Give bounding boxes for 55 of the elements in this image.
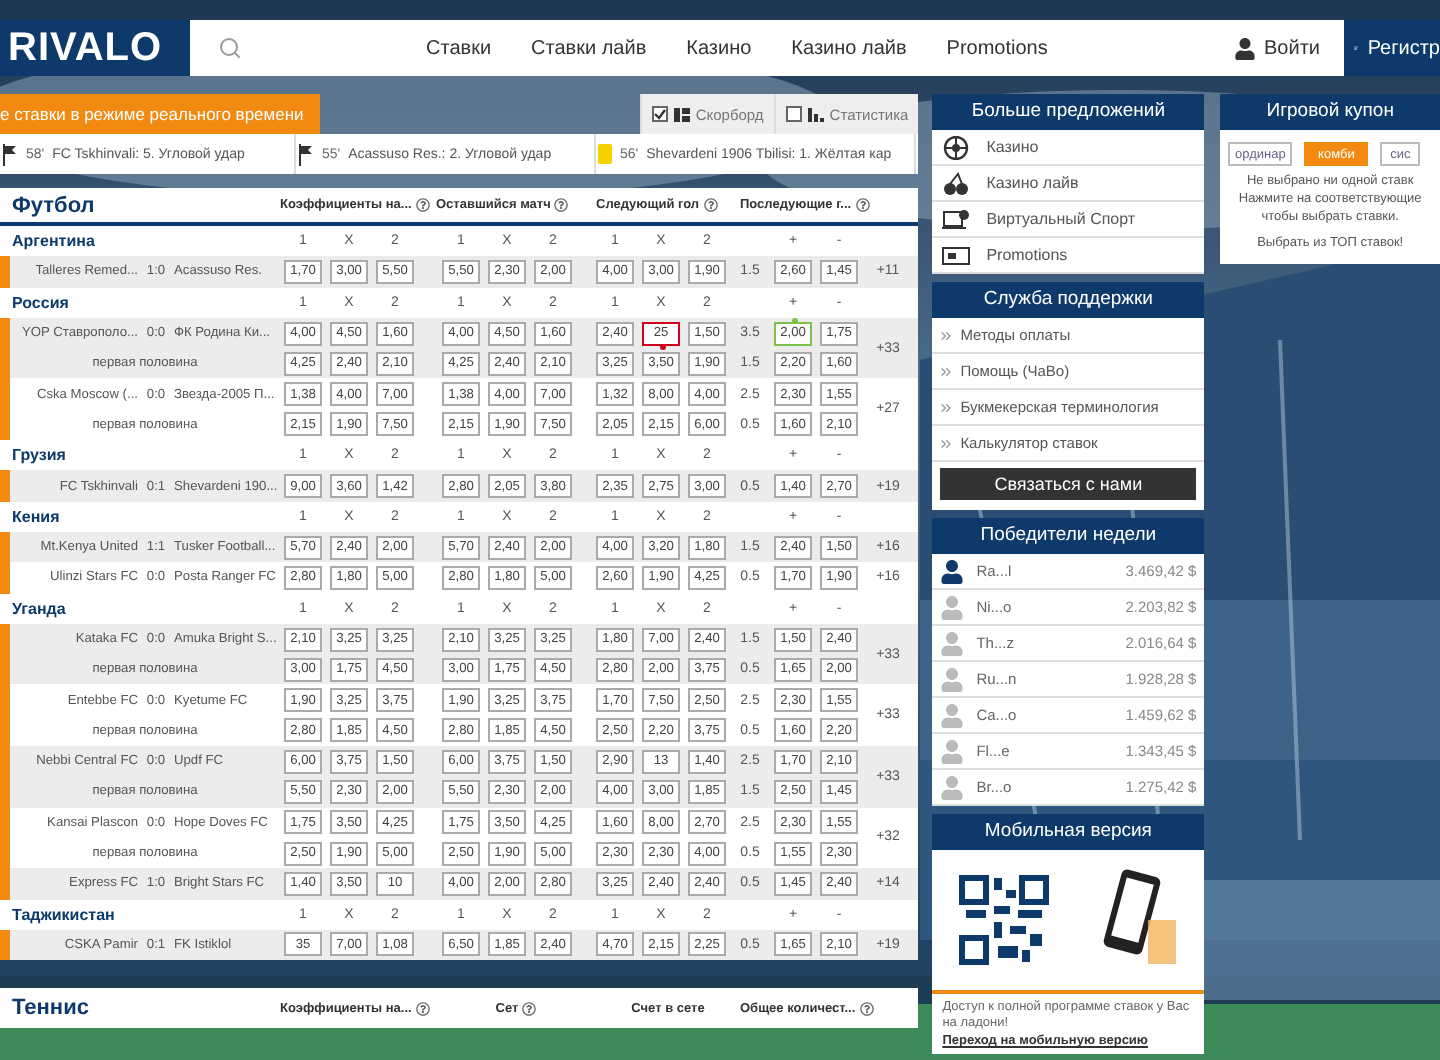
help-icon[interactable] [522, 1001, 537, 1016]
section-title: Футбол [10, 193, 97, 217]
help-icon[interactable] [415, 1001, 430, 1016]
help-icon[interactable] [703, 198, 718, 212]
checkbox[interactable] [785, 106, 802, 122]
checkbox[interactable] [651, 106, 668, 122]
card-icon [598, 144, 612, 164]
user-icon [1234, 37, 1257, 59]
search-icon[interactable] [218, 36, 242, 60]
offer-link[interactable]: Виртуальный Спорт [932, 202, 1205, 238]
nav-link[interactable]: Ставки [426, 37, 492, 59]
league-name: Грузия [10, 446, 68, 465]
help-icon[interactable] [855, 198, 870, 212]
league-name: Таджикистан [10, 905, 117, 924]
live-banner: е ставки в режиме реального времени [0, 94, 320, 134]
qr-code-drawing [957, 874, 1050, 966]
live-stripe [0, 470, 10, 502]
league-name: Россия [10, 293, 71, 312]
contact-button[interactable]: Связаться с нами [940, 468, 1197, 500]
offer-link[interactable]: Promotions [932, 238, 1205, 274]
laptop-ball-icon [942, 207, 971, 231]
chevrons-icon [938, 327, 955, 343]
login-link[interactable]: Войти [1234, 20, 1344, 76]
cherries-icon [942, 171, 971, 195]
ticket-icon [942, 243, 971, 267]
nav-link[interactable]: Казино [686, 37, 752, 59]
flag-icon [298, 143, 314, 165]
chevrons-icon [938, 435, 955, 451]
section-title: Теннис [10, 996, 91, 1021]
offer-link[interactable]: Казино лайв [932, 166, 1205, 202]
help-icon[interactable] [554, 198, 569, 212]
roulette-icon [942, 135, 971, 159]
panel-title: Служба поддержки [932, 282, 1205, 318]
register-button[interactable]: Регистр [1344, 20, 1440, 76]
help-icon[interactable] [859, 1001, 874, 1016]
chevrons-icon [938, 399, 955, 415]
league-name: Кения [10, 507, 62, 526]
logo[interactable]: RIVALO [0, 20, 190, 76]
league-name: Уганда [10, 599, 68, 618]
bar-chart-icon [807, 107, 824, 121]
nav-link[interactable]: Ставки лайв [531, 37, 647, 59]
chevrons-icon [938, 363, 955, 379]
live-stripe [0, 929, 10, 961]
panel-title: Игровой купон [1220, 94, 1440, 130]
flag-icon [2, 143, 18, 165]
live-stripe [0, 256, 10, 288]
nav-link[interactable]: Казино лайв [791, 37, 907, 59]
league-name: Аргентина [10, 232, 97, 251]
offer-link[interactable]: Казино [932, 130, 1205, 166]
nav-link[interactable]: Promotions [946, 37, 1048, 59]
help-icon[interactable] [415, 198, 430, 212]
panel-title: Больше предложений [932, 94, 1205, 130]
panel-title: Победители недели [932, 518, 1205, 554]
scoreboard-icon [673, 107, 690, 121]
panel-title: Мобильная версия [932, 814, 1205, 850]
